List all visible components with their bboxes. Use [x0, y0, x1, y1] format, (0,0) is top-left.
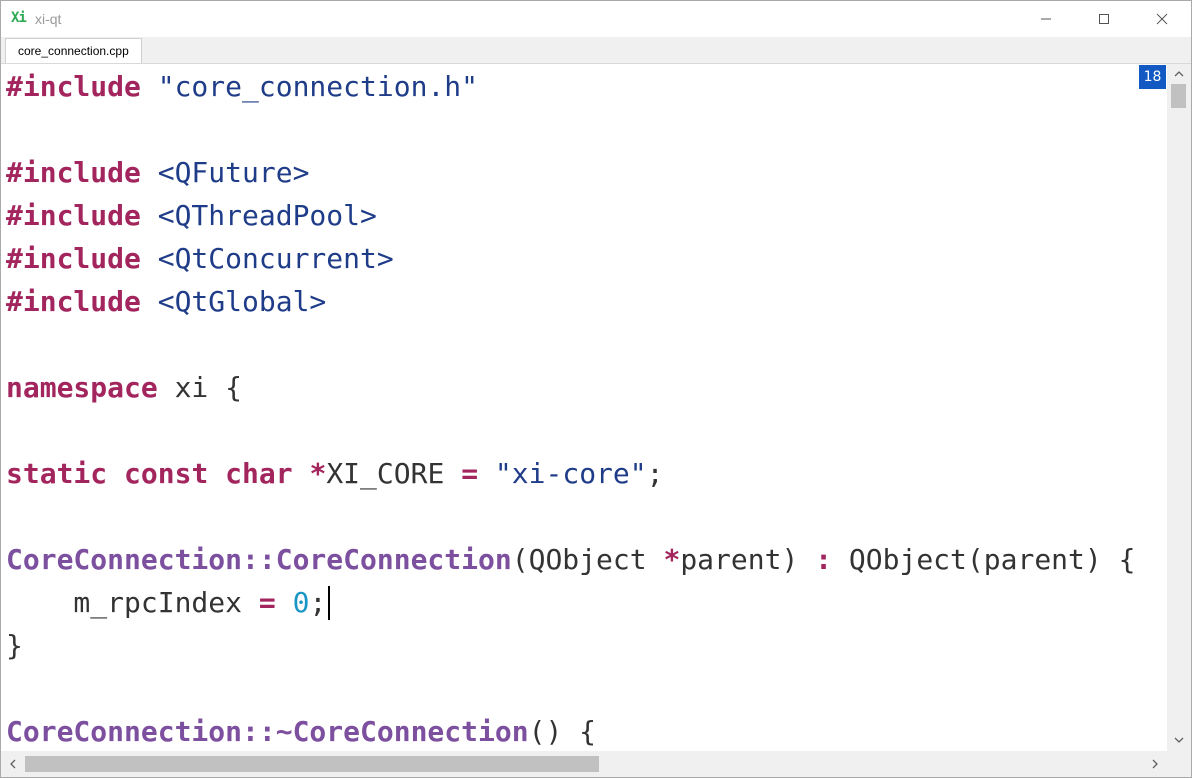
token: xi {	[157, 371, 243, 404]
token: #include	[6, 70, 141, 103]
horizontal-scrollbar[interactable]	[1, 751, 1167, 777]
code-line-3: #include <QFuture>	[6, 153, 309, 193]
token: *	[309, 457, 327, 490]
vertical-scroll-thumb[interactable]	[1171, 84, 1186, 108]
vertical-scrollbar[interactable]	[1167, 64, 1191, 751]
token: #include	[6, 242, 141, 275]
code-line-6: #include <QtGlobal>	[6, 282, 326, 322]
token: :	[815, 543, 833, 576]
token: "core_connection.h"	[157, 70, 479, 103]
code-line-16: CoreConnection::~CoreConnection() {	[6, 712, 596, 751]
token: <QFuture>	[157, 156, 310, 189]
token: }	[6, 629, 23, 662]
token: namespace	[6, 371, 158, 404]
code-line-13: m_rpcIndex = 0;	[6, 583, 326, 623]
token: CoreConnection::~CoreConnection	[6, 715, 529, 748]
scroll-down-arrow-icon[interactable]	[1173, 734, 1185, 746]
token: static	[6, 457, 108, 490]
code-line-1: #include "core_connection.h"	[6, 67, 478, 107]
token: #include	[6, 199, 141, 232]
token: parent)	[680, 543, 816, 576]
tab-bar: core_connection.cpp	[1, 37, 1191, 64]
scroll-up-arrow-icon[interactable]	[1173, 68, 1185, 80]
code-line-4: #include <QThreadPool>	[6, 196, 377, 236]
app-window: Xi xi-qt core_connection.cpp #include "c…	[0, 0, 1192, 778]
token: (QObject	[511, 543, 664, 576]
token: *	[663, 543, 681, 576]
token: #include	[6, 156, 141, 189]
tab-core-connection-cpp[interactable]: core_connection.cpp	[5, 38, 142, 63]
token: =	[461, 457, 479, 490]
token: <QtConcurrent>	[157, 242, 394, 275]
maximize-icon	[1099, 14, 1109, 24]
title-bar[interactable]: Xi xi-qt	[1, 1, 1191, 37]
token: m_rpcIndex	[6, 586, 259, 619]
code-line-8: namespace xi {	[6, 368, 242, 408]
tab-label: core_connection.cpp	[18, 44, 129, 58]
token: const	[124, 457, 209, 490]
token: "xi-core"	[494, 457, 647, 490]
token: ;	[646, 457, 664, 490]
token: XI_CORE	[326, 457, 462, 490]
token: char	[225, 457, 293, 490]
window-title: xi-qt	[35, 11, 62, 27]
code-line-12: CoreConnection::CoreConnection(QObject *…	[6, 540, 1135, 580]
minimize-icon	[1041, 18, 1051, 20]
code-line-5: #include <QtConcurrent>	[6, 239, 394, 279]
xi-app-icon: Xi	[11, 10, 27, 26]
maximize-button[interactable]	[1075, 1, 1133, 37]
scroll-right-arrow-icon[interactable]	[1149, 758, 1161, 770]
line-count-badge: 18	[1139, 65, 1166, 89]
token: QObject(parent) {	[832, 543, 1136, 576]
code-line-14: }	[6, 626, 23, 666]
token: CoreConnection::CoreConnection	[6, 543, 512, 576]
token: <QtGlobal>	[157, 285, 327, 318]
token: ;	[309, 586, 327, 619]
close-icon	[1156, 13, 1168, 25]
code-editor[interactable]: #include "core_connection.h" #include <Q…	[1, 64, 1167, 751]
token: =	[258, 586, 276, 619]
token: () {	[528, 715, 597, 748]
scroll-left-arrow-icon[interactable]	[7, 758, 19, 770]
token: #include	[6, 285, 141, 318]
code-line-10: static const char *XI_CORE = "xi-core";	[6, 454, 663, 494]
close-button[interactable]	[1133, 1, 1191, 37]
text-cursor	[328, 586, 330, 620]
horizontal-scroll-thumb[interactable]	[25, 756, 599, 772]
minimize-button[interactable]	[1017, 1, 1075, 37]
token: 0	[292, 586, 310, 619]
token: <QThreadPool>	[157, 199, 377, 232]
scrollbar-corner	[1167, 751, 1191, 777]
